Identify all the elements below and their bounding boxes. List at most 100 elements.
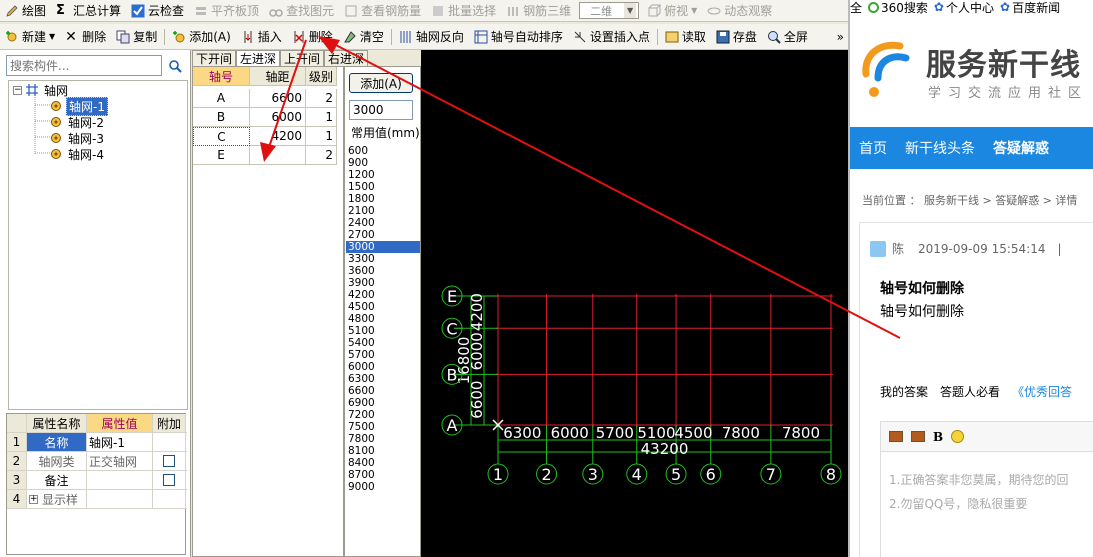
dynamic-view-button[interactable]: 动态观察: [702, 0, 777, 21]
nav-home[interactable]: 首页: [850, 138, 896, 158]
delete-axis-button[interactable]: 删除: [287, 24, 338, 49]
checkbox[interactable]: [163, 455, 175, 467]
delete-component-button[interactable]: ✕ 删除: [60, 24, 111, 49]
list-item[interactable]: 2700: [346, 229, 420, 241]
site-logo[interactable]: 服务新干线 学习交流应用社区: [858, 38, 1093, 102]
tab-left-depth[interactable]: 左进深: [236, 50, 281, 66]
list-item[interactable]: 7800: [346, 433, 420, 445]
new-button[interactable]: 新建 ▼: [0, 24, 60, 49]
answer-editor[interactable]: B 1.正确答案非您莫属，期待您的回 2.勿留QQ号，隐私很重要: [880, 421, 1093, 557]
drawing-canvas[interactable]: 6300 6000 5700 5100 4500 7800 7800 43200 1 2 3 4 5 6 7…: [421, 50, 848, 557]
insert-button[interactable]: 插入: [236, 24, 287, 49]
find-element-button[interactable]: 查找图元: [264, 0, 339, 21]
axis-no-cell[interactable]: A: [193, 89, 250, 108]
value-input[interactable]: [349, 100, 413, 120]
list-item[interactable]: 5400: [346, 337, 420, 349]
tree-root[interactable]: − 轴网: [13, 82, 70, 98]
property-row[interactable]: 3 备注: [7, 471, 187, 490]
tab-upper-bay[interactable]: 上开间: [280, 50, 325, 66]
tree-item-axis-3[interactable]: 轴网-3: [49, 130, 106, 146]
table-row[interactable]: B 6000 1: [193, 108, 337, 127]
nav-headlines[interactable]: 新干线头条: [896, 138, 984, 158]
list-item[interactable]: 8700: [346, 469, 420, 481]
list-item[interactable]: 3300: [346, 253, 420, 265]
bold-icon[interactable]: B: [933, 430, 943, 444]
list-item[interactable]: 6000: [346, 361, 420, 373]
batch-select-button[interactable]: 批量选择: [426, 0, 501, 21]
align-slab-button[interactable]: 平齐板顶: [189, 0, 264, 21]
axis-no-cell[interactable]: B: [193, 108, 250, 127]
list-item[interactable]: 3900: [346, 277, 420, 289]
tab-must-read[interactable]: 答题人必看: [940, 383, 1000, 400]
table-row[interactable]: A 6600 2: [193, 89, 337, 108]
image-icon[interactable]: [911, 431, 925, 442]
list-item[interactable]: 1200: [346, 169, 420, 181]
bookmark-item[interactable]: 360搜索: [868, 0, 928, 16]
list-item[interactable]: 900: [346, 157, 420, 169]
image-icon[interactable]: [889, 431, 903, 442]
tab-lower-bay[interactable]: 下开间: [192, 50, 237, 66]
save-button[interactable]: 存盘: [711, 24, 762, 49]
list-item[interactable]: 7200: [346, 409, 420, 421]
table-row[interactable]: E 2: [193, 146, 337, 165]
collapse-icon[interactable]: −: [13, 85, 22, 95]
set-insert-point-button[interactable]: 设置插入点: [568, 24, 655, 49]
rebar-3d-button[interactable]: 钢筋三维: [501, 0, 576, 21]
list-item[interactable]: 4800: [346, 313, 420, 325]
list-item[interactable]: 6600: [346, 385, 420, 397]
auto-sort-button[interactable]: 轴号自动排序: [469, 24, 568, 49]
table-row[interactable]: C 4200 1: [193, 127, 337, 146]
view-rebar-button[interactable]: 查看钢筋量: [339, 0, 426, 21]
axis-level-cell[interactable]: 1: [306, 127, 337, 146]
tree-item-axis-2[interactable]: 轴网-2: [49, 114, 106, 130]
property-row[interactable]: 2 轴网类 正交轴网: [7, 452, 187, 471]
dimension-select[interactable]: 二维 ▼: [579, 2, 640, 19]
fullscreen-button[interactable]: 全屏: [762, 24, 813, 49]
property-row[interactable]: 1 名称 轴网-1: [7, 433, 187, 452]
nav-qa[interactable]: 答疑解惑: [984, 138, 1058, 158]
tree-item-axis-1[interactable]: 轴网-1: [49, 96, 108, 116]
add-value-button[interactable]: 添加(A): [349, 73, 413, 93]
tab-excellent[interactable]: 《优秀回答: [1012, 383, 1072, 400]
clear-button[interactable]: 清空: [338, 24, 389, 49]
list-item[interactable]: 9000: [346, 481, 420, 493]
search-input[interactable]: [6, 55, 162, 76]
list-item[interactable]: 1800: [346, 193, 420, 205]
axis-dist-cell[interactable]: 4200: [250, 127, 306, 146]
property-value[interactable]: [87, 471, 153, 489]
tree-item-axis-4[interactable]: 轴网-4: [49, 146, 106, 162]
property-value[interactable]: 轴网-1: [87, 433, 153, 451]
tab-right-depth[interactable]: 右进深: [324, 50, 369, 66]
draw-button[interactable]: 绘图: [0, 0, 51, 21]
axis-no-cell[interactable]: C: [193, 127, 250, 146]
cloud-check-button[interactable]: 云检查: [126, 0, 189, 21]
list-item[interactable]: 600: [346, 145, 420, 157]
list-item[interactable]: 7500: [346, 421, 420, 433]
copy-button[interactable]: 复制: [111, 24, 162, 49]
bookmark-item[interactable]: ✿ 个人中心: [934, 0, 994, 16]
list-item[interactable]: 1500: [346, 181, 420, 193]
list-item[interactable]: 8400: [346, 457, 420, 469]
property-value[interactable]: 正交轴网: [87, 452, 153, 470]
expand-icon[interactable]: +: [29, 494, 38, 504]
property-value[interactable]: [87, 490, 153, 508]
axis-level-cell[interactable]: 2: [306, 146, 337, 165]
list-item[interactable]: 4200: [346, 289, 420, 301]
search-icon[interactable]: [164, 55, 185, 76]
list-item[interactable]: 6900: [346, 397, 420, 409]
read-button[interactable]: 读取: [660, 24, 711, 49]
list-item[interactable]: 5100: [346, 325, 420, 337]
list-item[interactable]: 2100: [346, 205, 420, 217]
post-author[interactable]: 陈: [892, 240, 904, 257]
axis-reverse-button[interactable]: 轴网反向: [394, 24, 469, 49]
list-item[interactable]: 8100: [346, 445, 420, 457]
axis-dist-cell[interactable]: 6600: [250, 89, 306, 108]
bookmark-item[interactable]: ✿ 百度新闻: [1000, 0, 1060, 16]
axis-level-cell[interactable]: 2: [306, 89, 337, 108]
checkbox[interactable]: [163, 474, 175, 486]
tab-my-answer[interactable]: 我的答案: [880, 383, 928, 400]
axis-dist-cell[interactable]: 6000: [250, 108, 306, 127]
list-item[interactable]: 4500: [346, 301, 420, 313]
bookmark-item[interactable]: 全: [850, 0, 862, 16]
view-direction-button[interactable]: 俯视 ▼: [642, 0, 702, 21]
